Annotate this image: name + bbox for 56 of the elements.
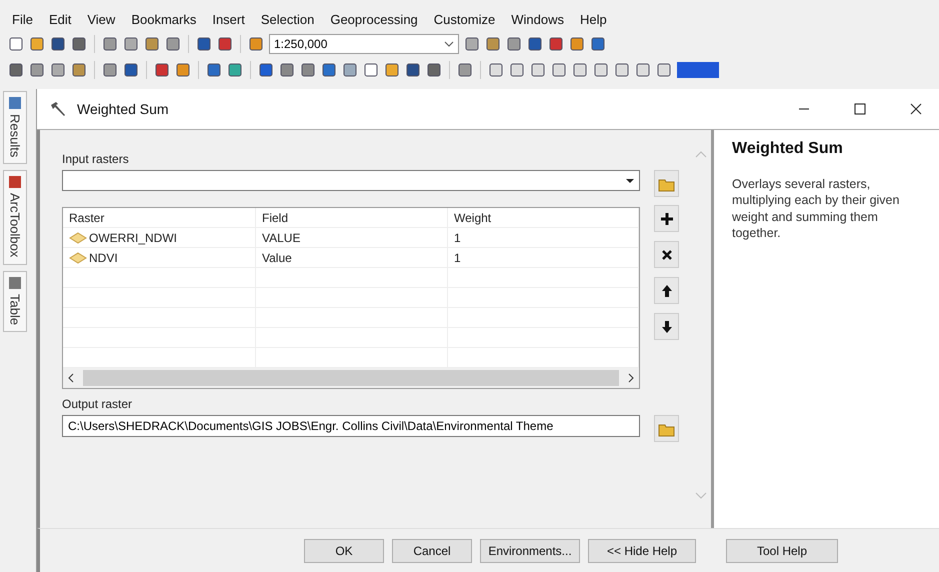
input-dropdown[interactable] <box>62 170 640 191</box>
plus-icon <box>660 212 674 226</box>
scroll-left-icon[interactable] <box>67 373 75 383</box>
browse-button[interactable] <box>654 170 679 197</box>
column-header: Weight <box>448 208 639 227</box>
raster-icon <box>69 252 87 264</box>
menu-item[interactable]: Customize <box>434 12 496 27</box>
menu-item[interactable]: Help <box>580 12 607 27</box>
menu-item[interactable]: File <box>12 12 33 27</box>
menu-item[interactable]: Selection <box>260 12 314 27</box>
column-header: Raster <box>63 208 256 227</box>
output-field[interactable]: C:\Users\SHEDRACK\Documents\GIS JOBS\Engr. Collins Civil\Data\Environmental Theme <box>62 415 640 437</box>
menu-item[interactable]: Windows <box>511 12 564 27</box>
menu-item[interactable]: Edit <box>48 12 72 27</box>
table-cell: 1 <box>448 248 639 267</box>
help-text: Overlays several rasters, multiplying each by their given weight and summing them together. <box>732 176 900 241</box>
maximize-icon <box>854 103 866 115</box>
add-button[interactable] <box>654 205 679 232</box>
scale-field[interactable]: 1:250,000 <box>269 34 459 54</box>
dialog-button[interactable]: Tool Help <box>726 538 838 562</box>
field-label: Output raster <box>62 397 134 411</box>
dock-tab[interactable]: Table <box>3 270 27 332</box>
column-header: Field <box>256 208 448 227</box>
dock-tab[interactable]: ArcToolbox <box>3 170 27 265</box>
table-cell: OWERRI_NDWI <box>63 228 256 247</box>
chevron-down-icon <box>444 41 454 47</box>
move-down-button[interactable] <box>654 313 679 340</box>
down-arrow-icon <box>660 320 672 334</box>
zoom-field[interactable] <box>677 62 719 78</box>
dialog-button[interactable]: Cancel <box>392 538 472 562</box>
dock-tab[interactable]: Results <box>3 91 27 164</box>
browse-button[interactable] <box>654 415 679 442</box>
menu-item[interactable]: Bookmarks <box>131 12 196 27</box>
x-icon <box>660 248 672 260</box>
field-label: Input rasters <box>62 152 130 166</box>
up-arrow-icon <box>660 284 672 298</box>
scrollbar-thumb[interactable] <box>83 370 619 386</box>
menu-item[interactable]: View <box>87 12 116 27</box>
hammer-icon <box>49 101 67 117</box>
menu-item[interactable]: Geoprocessing <box>330 12 418 27</box>
dialog-button[interactable]: Environments... <box>480 538 580 562</box>
remove-button[interactable] <box>654 241 679 268</box>
dialog-button[interactable]: OK <box>304 538 384 562</box>
scroll-right-icon[interactable] <box>627 373 635 383</box>
help-title: Weighted Sum <box>732 140 844 158</box>
table-cell: 1 <box>448 228 639 247</box>
dropdown-arrow-icon <box>625 178 635 184</box>
table-cell: Value <box>256 248 448 267</box>
table-cell: VALUE <box>256 228 448 247</box>
move-up-button[interactable] <box>654 277 679 304</box>
menu-item[interactable]: Insert <box>212 12 245 27</box>
raster-icon <box>69 232 87 244</box>
table-cell: NDVI <box>63 248 256 267</box>
close-icon <box>910 103 922 115</box>
window-title: Weighted Sum <box>77 101 170 117</box>
dialog-button[interactable]: << Hide Help <box>588 538 696 562</box>
